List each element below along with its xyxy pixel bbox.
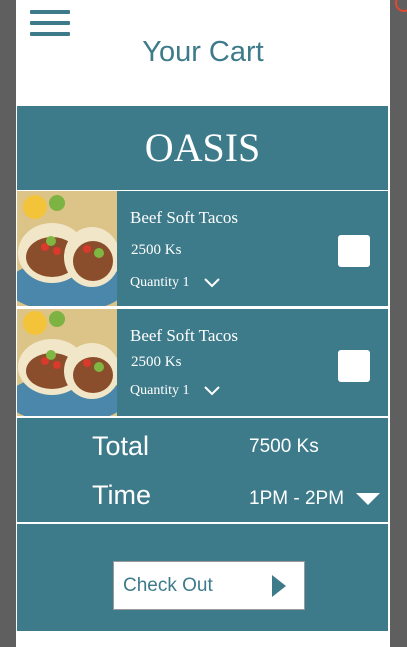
item-select-checkbox[interactable] — [338, 350, 370, 382]
time-value: 1PM - 2PM — [249, 488, 345, 509]
checkout-button[interactable]: Check Out — [113, 561, 305, 610]
header: Your Cart — [16, 0, 390, 104]
item-name: Beef Soft Tacos — [130, 208, 239, 227]
cart-item: Beef Soft Tacos 2500 Ks Quantity 1 — [17, 309, 388, 416]
quantity-label: Quantity 1 — [130, 383, 190, 398]
item-name: Beef Soft Tacos — [130, 326, 239, 345]
item-price: 2500 Ks — [131, 242, 182, 258]
time-label: Time — [92, 480, 151, 510]
total-label: Total — [92, 431, 150, 461]
caret-down-icon — [356, 493, 381, 505]
quantity-selector[interactable]: Quantity 1 — [130, 275, 220, 291]
item-price: 2500 Ks — [131, 354, 182, 370]
order-summary: Total 7500 Ks Time 1PM - 2PM — [17, 418, 388, 522]
time-dropdown[interactable]: 1PM - 2PM — [249, 488, 381, 510]
checkout-label: Check Out — [123, 575, 213, 596]
chevron-down-icon — [203, 278, 220, 288]
store-name-banner: OASIS — [17, 106, 388, 190]
quantity-selector[interactable]: Quantity 1 — [130, 383, 220, 399]
cart-item: Beef Soft Tacos 2500 Ks Quantity 1 — [17, 191, 388, 306]
cart-screen: Your Cart OASIS Beef Soft Tacos 2500 Ks … — [16, 0, 390, 647]
hamburger-menu-icon[interactable] — [30, 10, 70, 38]
checkout-area: Check Out — [17, 524, 388, 631]
total-value: 7500 Ks — [249, 436, 319, 457]
item-select-checkbox[interactable] — [338, 235, 370, 267]
store-name: OASIS — [144, 125, 261, 170]
quantity-label: Quantity 1 — [130, 275, 190, 290]
play-arrow-icon — [272, 575, 286, 597]
food-thumbnail — [17, 309, 117, 416]
chevron-down-icon — [203, 386, 220, 396]
page-title: Your Cart — [142, 36, 264, 68]
food-thumbnail — [17, 191, 117, 306]
corner-indicator — [395, 0, 407, 12]
